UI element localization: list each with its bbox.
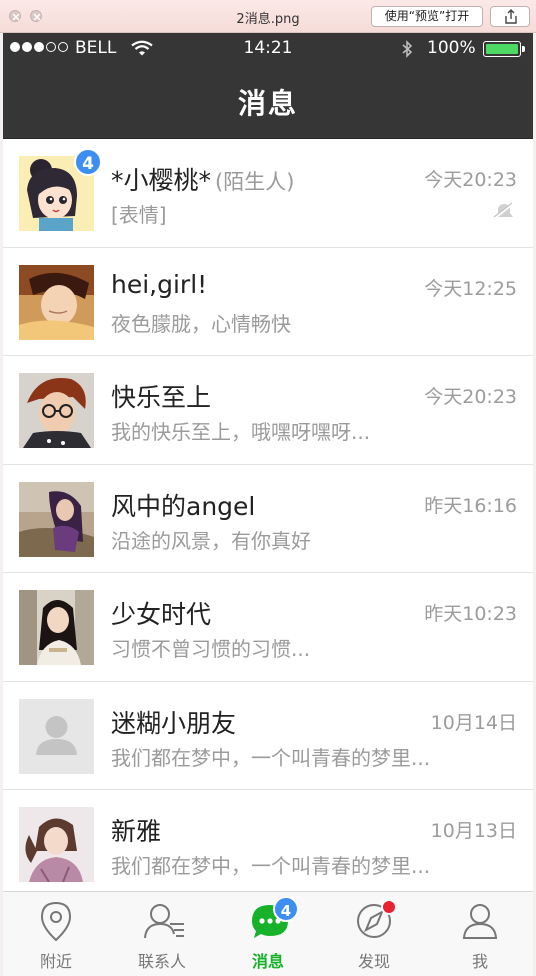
message-preview: [表情] — [111, 203, 167, 227]
notification-dot — [381, 899, 397, 915]
tab-label: 发现 — [357, 952, 390, 971]
conversation-row[interactable]: 4 *小樱桃* (陌生人) 今天20:23 [表情] — [3, 139, 533, 248]
contacts-icon — [142, 900, 188, 948]
stranger-tag: (陌生人) — [215, 170, 295, 194]
battery-icon — [483, 41, 525, 57]
avatar-train-girl[interactable] — [19, 590, 94, 665]
tab-bar: 附近 联系人 4 消息 发现 我 — [3, 891, 533, 976]
message-time: 今天20:23 — [424, 386, 517, 408]
contact-name: hei,girl! — [111, 269, 208, 299]
bluetooth-icon — [401, 40, 413, 63]
profile-icon — [460, 900, 500, 948]
tab-nearby[interactable]: 附近 — [3, 892, 109, 976]
share-button[interactable] — [490, 6, 530, 27]
tab-label: 联系人 — [137, 952, 186, 971]
tab-messages[interactable]: 4 消息 — [215, 892, 321, 976]
avatar-field-girl[interactable] — [19, 481, 94, 557]
avatar-pigtail-girl[interactable] — [19, 807, 94, 882]
message-time: 10月14日 — [430, 711, 517, 734]
message-preview: 我们都在梦中，一个叫青春的梦里... — [111, 745, 431, 770]
conversation-row[interactable]: 风中的angel 昨天16:16 沿途的风景，有你真好 — [3, 464, 533, 573]
conversation-list: 4 *小樱桃* (陌生人) 今天20:23 [表情] hei,girl! 今天1… — [3, 139, 533, 899]
contact-name: 快乐至上 — [111, 383, 212, 412]
message-time: 今天20:23 — [424, 169, 517, 191]
message-time: 今天12:25 — [424, 277, 517, 300]
message-preview: 我们都在梦中，一个叫青春的梦里... — [111, 854, 431, 878]
conversation-row[interactable]: 少女时代 昨天10:23 习惯不曾习惯的习惯... — [3, 573, 533, 682]
contact-name: 风中的angel — [111, 491, 256, 521]
open-in-preview-button[interactable]: 使用“预览”打开 — [371, 6, 483, 27]
message-time: 昨天16:16 — [424, 494, 517, 517]
page-title: 消息 — [237, 87, 298, 120]
contact-name: *小樱桃* (陌生人) — [111, 161, 294, 197]
share-icon — [505, 9, 517, 24]
tab-discover[interactable]: 发现 — [321, 892, 427, 976]
location-pin-icon — [36, 900, 76, 948]
unread-count-badge: 4 — [74, 148, 102, 176]
tab-label: 消息 — [251, 952, 284, 971]
conversation-row[interactable]: hei,girl! 今天12:25 夜色朦胧，心情畅快 — [3, 247, 533, 356]
window-titlebar: 2消息.png 使用“预览”打开 — [0, 0, 536, 33]
contact-name-text: *小樱桃* — [111, 166, 212, 195]
message-preview: 夜色朦胧，心情畅快 — [111, 311, 291, 336]
default-avatar-icon[interactable] — [19, 698, 94, 774]
avatar-boy-photo[interactable] — [19, 264, 94, 340]
unread-count-badge: 4 — [273, 896, 299, 922]
muted-bell-icon — [491, 201, 517, 225]
tab-contacts[interactable]: 联系人 — [109, 892, 215, 976]
contact-name: 迷糊小朋友 — [111, 708, 237, 738]
navigation-bar: 消息 — [3, 63, 533, 139]
conversation-row[interactable]: 新雅 10月13日 我们都在梦中，一个叫青春的梦里... — [3, 790, 533, 899]
message-time: 昨天10:23 — [424, 603, 517, 625]
message-preview: 我的快乐至上，哦嘿呀嘿呀... — [111, 420, 371, 444]
phone-screen: BELL 14:21 100% 消息 4 *小樱桃* (陌生人) 今天20:23… — [3, 33, 533, 976]
status-bar: BELL 14:21 100% — [3, 33, 533, 63]
avatar-glasses-boy[interactable] — [19, 373, 94, 448]
message-preview: 沿途的风景，有你真好 — [111, 528, 311, 553]
tab-me[interactable]: 我 — [427, 892, 533, 976]
tab-label: 我 — [471, 952, 488, 971]
battery-percentage: 100% — [427, 38, 476, 58]
message-time: 10月13日 — [430, 820, 517, 842]
tab-label: 附近 — [39, 952, 72, 971]
conversation-row[interactable]: 迷糊小朋友 10月14日 我们都在梦中，一个叫青春的梦里... — [3, 681, 533, 790]
contact-name: 新雅 — [111, 817, 162, 846]
message-preview: 习惯不曾习惯的习惯... — [111, 637, 311, 661]
conversation-row[interactable]: 快乐至上 今天20:23 我的快乐至上，哦嘿呀嘿呀... — [3, 356, 533, 465]
contact-name: 少女时代 — [111, 600, 212, 629]
